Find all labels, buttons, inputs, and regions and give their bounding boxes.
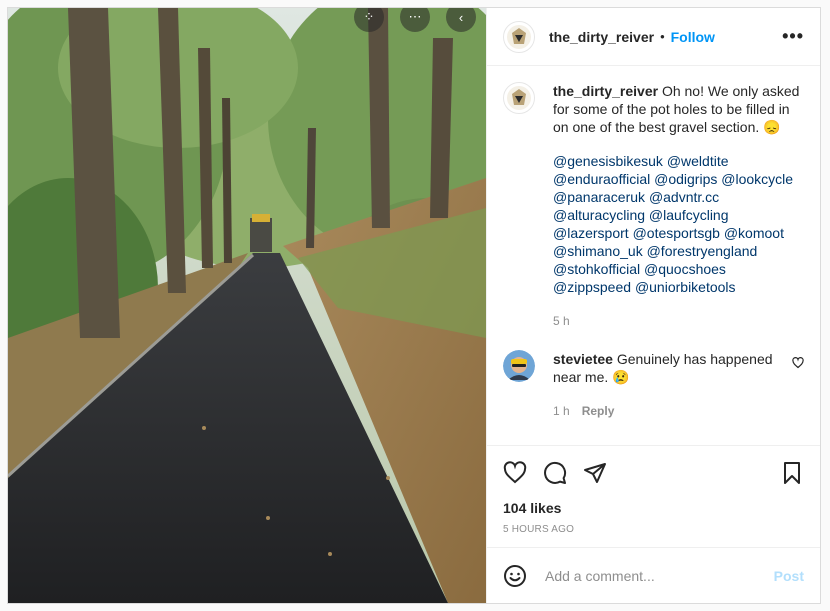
heart-icon[interactable] <box>503 461 527 485</box>
mention-list: @genesisbikesuk @weldtite @enduraofficia… <box>553 152 804 296</box>
likes-count[interactable]: 104 likes <box>503 500 804 516</box>
avatar[interactable] <box>503 20 535 53</box>
caption-meta: 5 h <box>553 312 804 330</box>
mention-link[interactable]: @komoot <box>724 225 784 241</box>
mention-link[interactable]: @weldtite <box>667 153 729 169</box>
comment-meta: 1 h Reply <box>553 402 784 420</box>
mention-link[interactable]: @quocshoes <box>644 261 726 277</box>
brand-logo-icon <box>507 24 531 49</box>
comment-username[interactable]: stevietee <box>553 351 613 367</box>
action-bar <box>503 446 804 500</box>
smiley-icon[interactable] <box>503 564 527 588</box>
mention-link[interactable]: @lazersport <box>553 225 629 241</box>
comment-input[interactable] <box>543 566 774 585</box>
mention-link[interactable]: @shimano_uk <box>553 243 643 259</box>
paper-plane-icon[interactable] <box>583 461 607 485</box>
mention-link[interactable]: @forestryengland <box>647 243 758 259</box>
comment-like-heart-icon[interactable] <box>792 356 804 374</box>
comment-body: stevietee Genuinely has happened near me… <box>553 350 784 420</box>
mention-link[interactable]: @advntr.cc <box>649 189 719 205</box>
caption-time[interactable]: 5 h <box>553 314 570 328</box>
post-timestamp: 5 HOURS AGO <box>503 524 575 535</box>
mention-link[interactable]: @alturacycling <box>553 207 645 223</box>
caption-username[interactable]: the_dirty_reiver <box>553 83 658 99</box>
comment-time[interactable]: 1 h <box>553 404 570 418</box>
bookmark-icon[interactable] <box>780 461 804 485</box>
mention-link[interactable]: @zippspeed <box>553 279 631 295</box>
more-options-icon[interactable]: ••• <box>782 26 804 47</box>
mention-link[interactable]: @uniorbiketools <box>635 279 736 295</box>
author-username[interactable]: the_dirty_reiver <box>549 29 654 45</box>
mention-link[interactable]: @laufcycling <box>649 207 729 223</box>
mention-link[interactable]: @otesportsgb <box>633 225 720 241</box>
post-header: the_dirty_reiver • Follow ••• <box>487 8 820 66</box>
photo-illustration <box>8 8 486 603</box>
mention-link[interactable]: @lookcycle <box>721 171 793 187</box>
post-button[interactable]: Post <box>774 568 804 584</box>
follow-button[interactable]: Follow <box>671 29 715 45</box>
avatar[interactable] <box>503 82 535 114</box>
separator-dot: • <box>660 29 665 44</box>
mention-link[interactable]: @enduraofficial <box>553 171 650 187</box>
comment-item: stevietee Genuinely has happened near me… <box>503 350 804 420</box>
caption-body: the_dirty_reiver Oh no! We only asked fo… <box>553 82 804 330</box>
comment-icon[interactable] <box>543 461 567 485</box>
caption: the_dirty_reiver Oh no! We only asked fo… <box>503 82 804 330</box>
comments-list[interactable]: the_dirty_reiver Oh no! We only asked fo… <box>487 66 820 446</box>
post-photo[interactable]: ⁘ ⋯ ‹ <box>8 8 486 603</box>
actions-area: 104 likes 5 HOURS AGO <box>487 445 820 549</box>
mention-link[interactable]: @panaraceruk <box>553 189 645 205</box>
post-dialog: ⁘ ⋯ ‹ the_dirty_reiver • Follow ••• the_… <box>7 7 821 604</box>
mention-link[interactable]: @odigrips <box>654 171 717 187</box>
comment-composer: Post <box>487 547 820 603</box>
reply-button[interactable]: Reply <box>582 404 615 418</box>
brand-logo-icon <box>507 86 531 110</box>
post-sidebar: the_dirty_reiver • Follow ••• the_dirty_… <box>486 8 820 603</box>
avatar[interactable] <box>503 350 535 382</box>
mention-link[interactable]: @stohkofficial <box>553 261 640 277</box>
mention-link[interactable]: @genesisbikesuk <box>553 153 663 169</box>
user-photo-icon <box>503 350 535 382</box>
